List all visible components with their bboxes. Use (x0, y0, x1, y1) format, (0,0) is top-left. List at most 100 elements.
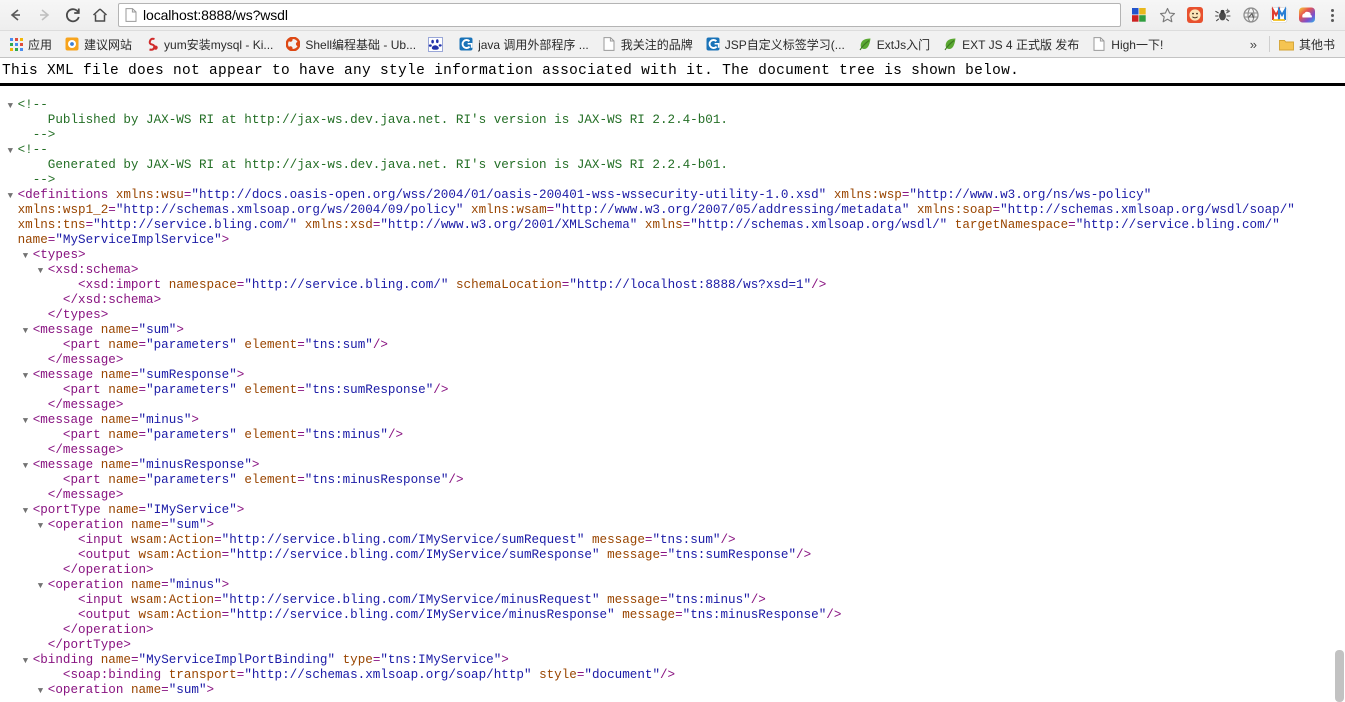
bookmark-label: 建议网站 (84, 37, 133, 52)
xml-line: </message> (0, 398, 1345, 413)
xml-line-spacer (53, 384, 63, 399)
xml-tag: <output (78, 608, 139, 622)
reload-button[interactable] (58, 2, 86, 28)
other-bookmarks-label: 其他书 (1298, 37, 1335, 52)
xml-line-spacer (53, 294, 63, 309)
xml-val: "http://www.w3.org/2001/XMLSchema" (380, 218, 638, 232)
globe-extension-icon[interactable] (1238, 2, 1264, 28)
xml-comment: --> (32, 173, 56, 187)
xml-line: ▼ <binding name="MyServiceImplPortBinding… (0, 653, 1345, 668)
forward-button[interactable] (30, 2, 58, 28)
xml-attr: name (108, 428, 139, 442)
xml-line-spacer (38, 399, 48, 414)
expand-triangle-icon[interactable]: ▼ (38, 579, 48, 594)
xml-line: </operation> (0, 563, 1345, 578)
xml-val: "tns:minusResponse" (304, 473, 449, 487)
bug-extension-icon[interactable] (1210, 2, 1236, 28)
xml-line: Generated by JAX-WS RI at http://jax-ws.… (0, 158, 1345, 173)
xml-val: "minus" (138, 413, 192, 427)
xml-line: xmlns:wsp1_2="http://schemas.xmlsoap.org… (0, 203, 1345, 218)
xml-indent (0, 533, 68, 547)
xml-indent (0, 398, 38, 412)
bookmark-item-followed-brands[interactable]: 我关注的品牌 (596, 34, 698, 54)
colors-extension-icon[interactable] (1126, 2, 1152, 28)
xml-line: <part name="parameters" element="tns:min… (0, 473, 1345, 488)
xml-indent (0, 518, 38, 532)
xml-tag: <xsd:schema> (47, 263, 139, 277)
expand-triangle-icon[interactable]: ▼ (23, 414, 33, 429)
red-s-icon (144, 36, 160, 52)
xml-tag: <part (62, 428, 109, 442)
xml-val: "MyServiceImplService" (55, 233, 222, 247)
expand-triangle-icon[interactable]: ▼ (38, 684, 48, 699)
xml-tag: = (297, 383, 305, 397)
xml-line: ▼ <operation name="sum"> (0, 683, 1345, 698)
expand-triangle-icon[interactable]: ▼ (38, 264, 48, 279)
vertical-scrollbar-thumb[interactable] (1335, 650, 1344, 702)
xml-attr: transport (168, 668, 237, 682)
xml-line-spacer (8, 219, 18, 234)
expand-triangle-icon[interactable]: ▼ (8, 144, 18, 159)
xml-val: "parameters" (146, 338, 237, 352)
back-button[interactable] (2, 2, 30, 28)
xml-attr: schemaLocation (455, 278, 562, 292)
xml-val: "MyServiceImplPortBinding" (138, 653, 336, 667)
bookmarks-bar: 应用 建议网站 yum安装mysql - Ki... Shell编程基础 - U… (0, 30, 1345, 57)
xml-line: <part name="parameters" element="tns:min… (0, 428, 1345, 443)
other-bookmarks-folder[interactable]: 其他书 (1274, 34, 1340, 54)
xml-tag: = (130, 323, 139, 337)
xml-plain (463, 203, 471, 217)
bookmark-item-extjs-intro[interactable]: ExtJs入门 (852, 34, 935, 54)
bookmark-item-baidu[interactable] (423, 34, 451, 54)
chrome-menu-icon[interactable] (1321, 2, 1343, 28)
address-bar[interactable]: localhost:8888/ws?wsdl (118, 3, 1121, 27)
xml-plain (448, 278, 456, 292)
bookmark-item-suggested-sites[interactable]: 建议网站 (59, 34, 137, 54)
bookmark-item-java-external-program[interactable]: java 调用外部程序 ... (453, 34, 594, 54)
xml-val: "sumResponse" (138, 368, 237, 382)
expand-triangle-icon[interactable]: ▼ (23, 369, 33, 384)
xml-val: "parameters" (146, 428, 237, 442)
xml-indent (0, 668, 53, 682)
address-bar-url[interactable]: localhost:8888/ws?wsdl (143, 7, 288, 23)
bookmark-item-apps[interactable]: 应用 (3, 34, 57, 54)
bookmark-label: Shell编程基础 - Ub... (305, 37, 417, 52)
xml-line: <part name="parameters" element="tns:sum… (0, 383, 1345, 398)
bookmark-item-extjs4-release[interactable]: EXT JS 4 正式版 发布 (937, 34, 1084, 54)
bookmark-label: java 调用外部程序 ... (478, 37, 589, 52)
bookmark-star-icon[interactable] (1154, 2, 1180, 28)
xml-tag: /> (811, 278, 827, 292)
xml-line: </message> (0, 353, 1345, 368)
xml-indent (0, 563, 53, 577)
cloud-extension-icon[interactable] (1294, 2, 1320, 28)
bookmark-item-high[interactable]: High一下! (1086, 34, 1168, 54)
expand-triangle-icon[interactable]: ▼ (23, 504, 33, 519)
xml-plain (584, 533, 592, 547)
bookmarks-overflow-button[interactable]: » (1242, 37, 1265, 52)
xml-val: "http://docs.oasis-open.org/wss/2004/01/… (191, 188, 827, 202)
xml-attr: name (100, 323, 131, 337)
xml-tag: <part (62, 383, 109, 397)
home-button[interactable] (86, 2, 114, 28)
expand-triangle-icon[interactable]: ▼ (23, 654, 33, 669)
xml-attr: xmlns:tns (17, 218, 86, 232)
xml-val: "parameters" (146, 473, 237, 487)
smiley-extension-icon[interactable] (1182, 2, 1208, 28)
expand-triangle-icon[interactable]: ▼ (23, 324, 33, 339)
xml-comment: Generated by JAX-WS RI at http://jax-ws.… (47, 158, 728, 172)
expand-triangle-icon[interactable]: ▼ (23, 459, 33, 474)
rainbow-m-extension-icon[interactable] (1266, 2, 1292, 28)
bookmark-item-yum-mysql[interactable]: yum安装mysql - Ki... (139, 34, 278, 54)
expand-triangle-icon[interactable]: ▼ (8, 189, 18, 204)
bookmark-item-shell[interactable]: Shell编程基础 - Ub... (280, 34, 421, 54)
expand-triangle-icon[interactable]: ▼ (23, 249, 33, 264)
bookmark-item-jsp-custom-tag[interactable]: JSP自定义标签学习(... (700, 34, 850, 54)
expand-triangle-icon[interactable]: ▼ (8, 99, 18, 114)
xml-indent (0, 608, 68, 622)
xml-indent (0, 413, 23, 427)
xml-val: "http://schemas.xmlsoap.org/wsdl/soap/" (1000, 203, 1295, 217)
xml-line-spacer (53, 339, 63, 354)
xml-indent (0, 248, 23, 262)
xml-tag: <message (32, 413, 101, 427)
expand-triangle-icon[interactable]: ▼ (38, 519, 48, 534)
